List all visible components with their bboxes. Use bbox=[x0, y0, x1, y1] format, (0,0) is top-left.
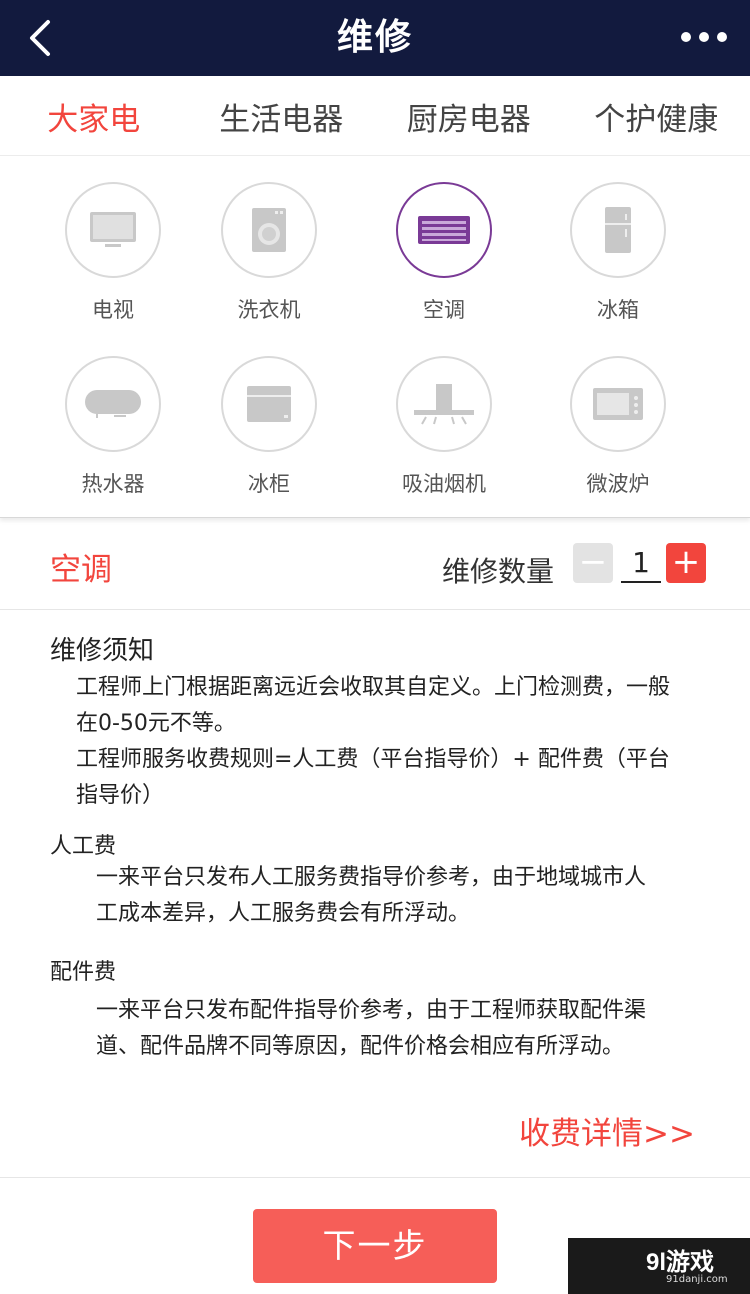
freezer-icon bbox=[247, 386, 291, 422]
quantity-input[interactable] bbox=[621, 543, 661, 583]
category-refrigerator[interactable]: 冰箱 bbox=[543, 182, 693, 342]
quantity-decrease-button[interactable]: − bbox=[573, 543, 613, 583]
tab-personal-care[interactable]: 个护健康 bbox=[563, 76, 750, 156]
category-circle bbox=[65, 356, 161, 452]
notice-title: 维修须知 bbox=[50, 636, 155, 666]
next-step-button[interactable]: 下一步 bbox=[253, 1209, 497, 1283]
category-circle bbox=[221, 182, 317, 278]
category-circle bbox=[570, 356, 666, 452]
category-air-conditioner[interactable]: 空调 bbox=[369, 182, 519, 342]
category-label: 微波炉 bbox=[586, 472, 650, 496]
category-circle bbox=[570, 182, 666, 278]
selected-category-name: 空调 bbox=[50, 552, 112, 588]
tab-kitchen-appliances[interactable]: 厨房电器 bbox=[375, 76, 563, 156]
category-circle bbox=[396, 356, 492, 452]
category-tv[interactable]: 电视 bbox=[38, 182, 188, 342]
air-conditioner-icon bbox=[418, 216, 470, 244]
tv-icon bbox=[90, 212, 136, 247]
category-label: 冰箱 bbox=[597, 298, 639, 322]
more-options-icon[interactable] bbox=[680, 22, 728, 52]
category-circle bbox=[396, 182, 492, 278]
water-heater-icon bbox=[85, 390, 141, 418]
category-label: 电视 bbox=[92, 298, 134, 322]
microwave-icon bbox=[593, 388, 643, 420]
category-freezer[interactable]: 冰柜 bbox=[194, 356, 344, 516]
notice-paragraph-fee-rule: 工程师服务收费规则=人工费（平台指导价）+ 配件费（平台指导价） bbox=[76, 747, 670, 808]
selection-row: 空调 维修数量 − + bbox=[0, 518, 750, 610]
category-range-hood[interactable]: 吸油烟机 bbox=[369, 356, 519, 516]
range-hood-icon bbox=[414, 384, 474, 425]
category-tabs: 大家电 生活电器 厨房电器 个护健康 bbox=[0, 76, 750, 156]
category-label: 热水器 bbox=[81, 472, 145, 496]
fee-details-link[interactable]: 收费详情>> bbox=[519, 1108, 695, 1153]
category-label: 冰柜 bbox=[248, 472, 290, 496]
category-circle bbox=[221, 356, 317, 452]
category-water-heater[interactable]: 热水器 bbox=[38, 356, 188, 516]
category-label: 吸油烟机 bbox=[402, 472, 486, 496]
tab-major-appliances[interactable]: 大家电 bbox=[0, 76, 188, 156]
watermark-logo: 9l游戏 bbox=[646, 1249, 715, 1276]
watermark-url: 91danji.com bbox=[666, 1274, 728, 1285]
washing-machine-icon bbox=[252, 208, 286, 252]
page-title: 维修 bbox=[336, 17, 413, 58]
app-header: 维修 bbox=[0, 0, 750, 76]
category-circle bbox=[65, 182, 161, 278]
category-microwave[interactable]: 微波炉 bbox=[543, 356, 693, 516]
repair-notice: 维修须知 工程师上门根据距离远近会收取其自定义。上门检测费，一般在0-50元不等… bbox=[0, 610, 750, 1178]
category-label: 洗衣机 bbox=[237, 298, 301, 322]
labor-fee-title: 人工费 bbox=[50, 834, 117, 859]
labor-fee-text: 一来平台只发布人工服务费指导价参考，由于地域城市人工成本差异，人工服务费会有所浮… bbox=[96, 865, 647, 926]
notice-paragraph-visit-fee: 工程师上门根据距离远近会收取其自定义。上门检测费，一般在0-50元不等。 bbox=[76, 675, 671, 736]
tab-home-appliances[interactable]: 生活电器 bbox=[188, 76, 376, 156]
parts-fee-title: 配件费 bbox=[50, 960, 117, 985]
category-washing-machine[interactable]: 洗衣机 bbox=[194, 182, 344, 342]
parts-fee-text: 一来平台只发布配件指导价参考，由于工程师获取配件渠道、配件品牌不同等原因，配件价… bbox=[96, 998, 647, 1059]
quantity-label: 维修数量 bbox=[442, 555, 555, 588]
refrigerator-icon bbox=[605, 207, 631, 253]
site-watermark: 9l游戏 91danji.com bbox=[568, 1238, 750, 1294]
category-label: 空调 bbox=[423, 298, 465, 322]
appliance-grid: 电视 洗衣机 空调 冰箱 热水器 冰柜 吸油烟机 微波炉 bbox=[0, 156, 750, 518]
quantity-increase-button[interactable]: + bbox=[666, 543, 706, 583]
